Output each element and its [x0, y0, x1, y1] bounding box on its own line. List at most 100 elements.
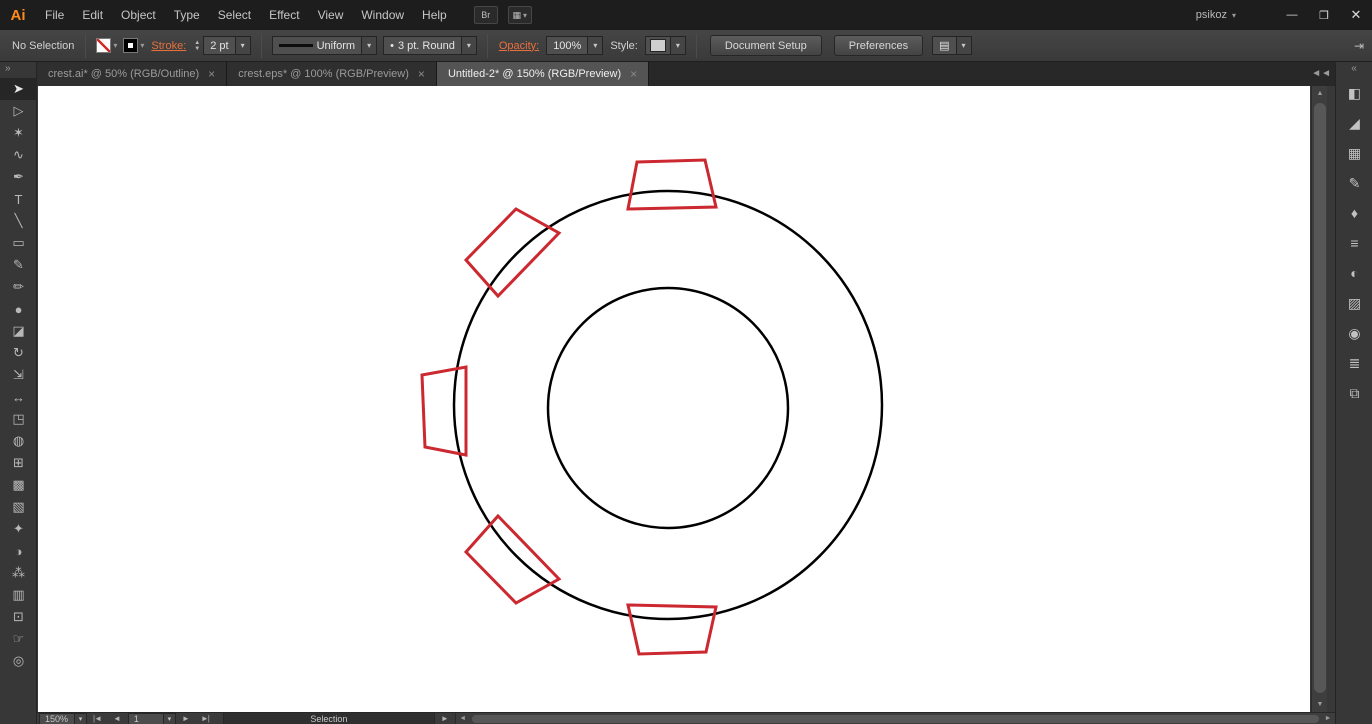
brush-definition-select[interactable]: • 3 pt. Round ▾	[383, 36, 477, 55]
tab-untitled-2[interactable]: Untitled-2* @ 150% (RGB/Preview) ×	[436, 62, 650, 86]
paintbrush-tool[interactable]: ✎	[0, 254, 37, 276]
horizontal-scroll-thumb[interactable]	[471, 714, 1319, 723]
menu-edit[interactable]: Edit	[73, 0, 112, 30]
tab-upper-left[interactable]	[463, 207, 562, 299]
lasso-tool[interactable]: ∿	[0, 144, 37, 166]
hand-tool[interactable]: ☞	[0, 628, 37, 650]
workspace-user-menu[interactable]: psikoz ▾	[1196, 9, 1236, 21]
scale-tool[interactable]: ⇲	[0, 364, 37, 386]
tab-crest-ai[interactable]: crest.ai* @ 50% (RGB/Outline) ×	[37, 62, 228, 86]
tab-bottom[interactable]	[626, 603, 718, 656]
artboard-select[interactable]: 1 ▾	[127, 713, 176, 724]
mesh-tool[interactable]: ▩	[0, 474, 37, 496]
align-options-select[interactable]: ▤ ▾	[932, 36, 972, 55]
opacity-select[interactable]: 100% ▾	[546, 36, 604, 55]
tab-close-icon[interactable]: ×	[418, 67, 425, 81]
pen-tool[interactable]: ✒	[0, 166, 37, 188]
rotate-tool[interactable]: ↻	[0, 342, 37, 364]
scroll-right-icon[interactable]: ►	[1321, 713, 1335, 724]
minimize-button[interactable]: —	[1276, 4, 1308, 26]
color-guide-panel-icon[interactable]: ◢	[1336, 108, 1372, 138]
scroll-left-icon[interactable]: ◄	[456, 713, 470, 724]
style-select[interactable]: ▾	[644, 36, 686, 55]
brushes-panel-icon[interactable]: ✎	[1336, 168, 1372, 198]
circle-path-2[interactable]	[546, 286, 790, 530]
stepper-down-icon[interactable]: ▼	[194, 46, 200, 52]
scroll-down-icon[interactable]: ▼	[1312, 697, 1328, 712]
artboards-panel-icon[interactable]: ⧉	[1336, 378, 1372, 408]
last-artboard-button[interactable]: ►|	[195, 714, 215, 723]
menu-window[interactable]: Window	[352, 0, 413, 30]
fill-color-control[interactable]: ▾	[96, 38, 117, 53]
artboard-tool[interactable]: ⊡	[0, 606, 37, 628]
restore-button[interactable]: ❐	[1308, 4, 1340, 26]
menu-object[interactable]: Object	[112, 0, 165, 30]
next-artboard-button[interactable]: ►	[176, 714, 195, 723]
tab-crest-eps[interactable]: crest.eps* @ 100% (RGB/Preview) ×	[227, 62, 437, 86]
menu-type[interactable]: Type	[165, 0, 209, 30]
vertical-scroll-thumb[interactable]	[1314, 103, 1326, 693]
eyedropper-tool[interactable]: ✦	[0, 518, 37, 540]
stroke-weight-stepper[interactable]: ▲ ▼	[194, 40, 200, 52]
blend-tool[interactable]: ◑	[0, 540, 37, 562]
menu-view[interactable]: View	[309, 0, 353, 30]
bridge-icon[interactable]: Br	[473, 6, 498, 24]
tab-left[interactable]	[420, 365, 468, 457]
chevron-down-icon[interactable]: ▾	[361, 37, 377, 54]
status-flyout-icon[interactable]: ►	[435, 714, 455, 723]
opacity-panel-link[interactable]: Opacity:	[499, 40, 539, 52]
expand-tools-icon[interactable]: »	[0, 62, 36, 78]
zoom-select[interactable]: 150% ▾	[39, 713, 87, 724]
menu-file[interactable]: File	[36, 0, 73, 30]
swatches-panel-icon[interactable]: ▦	[1336, 138, 1372, 168]
chevron-down-icon[interactable]: ▾	[74, 713, 86, 724]
tabbar-collapse-icon[interactable]: ◄◄	[1311, 68, 1331, 79]
close-button[interactable]: ✕	[1340, 4, 1372, 26]
artboard-canvas[interactable]	[38, 86, 1310, 712]
layers-panel-icon[interactable]: ≣	[1336, 348, 1372, 378]
perspective-grid-tool[interactable]: ⊞	[0, 452, 37, 474]
chevron-down-icon[interactable]: ▾	[955, 37, 971, 54]
document-setup-button[interactable]: Document Setup	[709, 35, 822, 56]
type-tool[interactable]: T	[0, 188, 37, 210]
tab-close-icon[interactable]: ×	[208, 67, 215, 81]
width-tool[interactable]: ↔	[0, 386, 37, 408]
menu-help[interactable]: Help	[413, 0, 456, 30]
stroke-weight-select[interactable]: 2 pt ▾	[203, 36, 251, 55]
horizontal-scrollbar[interactable]: ◄ ►	[454, 713, 1335, 724]
chevron-down-icon[interactable]: ▾	[460, 37, 476, 54]
gradient-tool[interactable]: ▧	[0, 496, 37, 518]
direct-selection-tool[interactable]: ▷	[0, 100, 37, 122]
vertical-scrollbar[interactable]: ▲ ▼	[1311, 86, 1327, 712]
shape-builder-tool[interactable]: ◍	[0, 430, 37, 452]
stroke-color-control[interactable]: ▾	[123, 38, 144, 53]
chevron-down-icon[interactable]: ▾	[587, 37, 603, 54]
rectangle-tool[interactable]: ▭	[0, 232, 37, 254]
eraser-tool[interactable]: ◪	[0, 320, 37, 342]
line-segment-tool[interactable]: ╲	[0, 210, 37, 232]
circle-path-1[interactable]	[452, 189, 884, 621]
tab-lower-left[interactable]	[463, 513, 562, 605]
previous-artboard-button[interactable]: ◄	[107, 714, 126, 723]
color-panel-icon[interactable]: ◧	[1336, 78, 1372, 108]
blob-brush-tool[interactable]: ●	[0, 298, 37, 320]
stroke-panel-link[interactable]: Stroke:	[151, 40, 186, 52]
pencil-tool[interactable]: ✏	[0, 276, 37, 298]
chevron-down-icon[interactable]: ▾	[234, 37, 250, 54]
expand-panels-icon[interactable]: «	[1336, 62, 1372, 78]
gradient-panel-icon[interactable]: ◐	[1336, 258, 1372, 288]
arrange-documents-icon[interactable]: ▦ ▾	[507, 6, 532, 24]
symbols-panel-icon[interactable]: ♦	[1336, 198, 1372, 228]
tab-top[interactable]	[626, 158, 718, 211]
magic-wand-tool[interactable]: ✶	[0, 122, 37, 144]
zoom-tool[interactable]: ◎	[0, 650, 37, 672]
menu-effect[interactable]: Effect	[260, 0, 308, 30]
width-profile-select[interactable]: Uniform ▾	[271, 36, 378, 55]
preferences-button[interactable]: Preferences	[833, 35, 924, 56]
column-graph-tool[interactable]: ▥	[0, 584, 37, 606]
tab-close-icon[interactable]: ×	[630, 67, 637, 81]
stroke-panel-icon[interactable]: ≡	[1336, 228, 1372, 258]
collapse-controlbar-icon[interactable]: ⇥	[1354, 39, 1364, 53]
symbol-sprayer-tool[interactable]: ⁂	[0, 562, 37, 584]
transparency-panel-icon[interactable]: ▨	[1336, 288, 1372, 318]
